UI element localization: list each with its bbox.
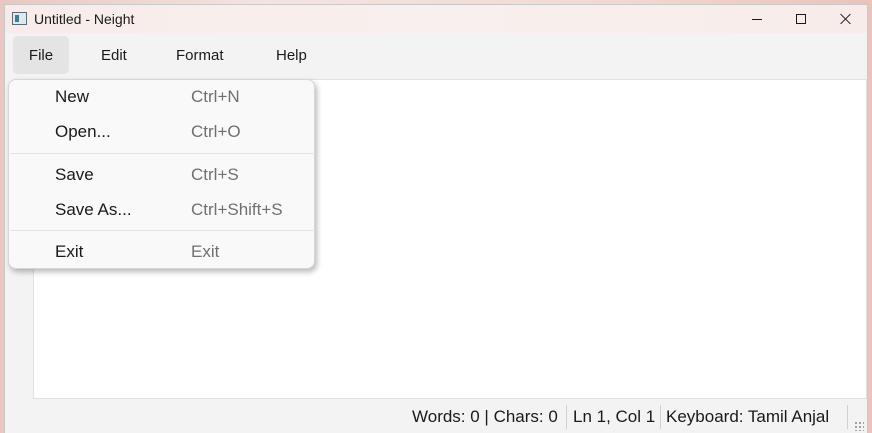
minimize-icon (752, 18, 762, 20)
menu-item-save[interactable]: Save Ctrl+S (9, 158, 314, 193)
menu-bar: File Edit Format Help (5, 33, 867, 77)
menu-item-shortcut: Exit (191, 242, 220, 261)
keyboard-layout[interactable]: Keyboard: Tamil Anjal (666, 407, 829, 427)
menu-item-label: Save As... (55, 200, 132, 219)
menu-separator (10, 153, 315, 154)
menu-item-save-as[interactable]: Save As... Ctrl+Shift+S (9, 193, 314, 228)
menu-item-open[interactable]: Open... Ctrl+O (9, 115, 314, 150)
menu-file[interactable]: File (13, 36, 69, 74)
maximize-icon (796, 14, 806, 24)
status-bar: Words: 0 | Chars: 0 Ln 1, Col 1 Keyboard… (5, 399, 867, 433)
menu-item-label: Save (55, 165, 94, 184)
menu-item-new[interactable]: New Ctrl+N (9, 80, 314, 115)
maximize-button[interactable] (778, 5, 824, 33)
menu-help[interactable]: Help (262, 36, 321, 74)
menu-item-shortcut: Ctrl+S (191, 165, 239, 184)
minimize-button[interactable] (734, 5, 780, 33)
window-title: Untitled - Neight (34, 11, 135, 27)
close-button[interactable] (823, 5, 869, 33)
cursor-position: Ln 1, Col 1 (573, 407, 656, 426)
notepad-window-icon (12, 12, 27, 25)
menu-item-shortcut: Ctrl+Shift+S (191, 200, 283, 219)
status-divider (660, 405, 661, 429)
status-divider (847, 405, 848, 429)
word-char-count: Words: 0 | Chars: 0 (412, 407, 558, 426)
file-menu-dropdown: New Ctrl+N Open... Ctrl+O Save Ctrl+S Sa… (8, 79, 315, 269)
menu-separator (10, 230, 315, 231)
menu-item-label: Exit (55, 242, 84, 261)
menu-item-exit[interactable]: Exit Exit (9, 235, 314, 270)
menu-item-shortcut: Ctrl+O (191, 122, 241, 141)
menu-edit[interactable]: Edit (87, 36, 141, 74)
menu-item-label: Open... (55, 122, 111, 141)
menu-format[interactable]: Format (162, 36, 238, 74)
title-bar[interactable]: Untitled - Neight (5, 5, 867, 33)
menu-item-label: New (55, 87, 90, 106)
menu-item-shortcut: Ctrl+N (191, 87, 240, 106)
resize-grip-icon[interactable] (854, 421, 864, 431)
close-icon (840, 13, 852, 25)
status-divider (566, 405, 567, 429)
